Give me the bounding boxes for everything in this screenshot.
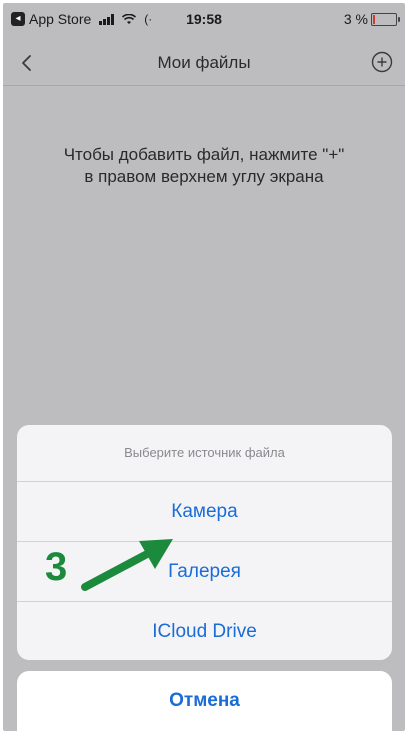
camera-button[interactable]: Камера [17,482,392,542]
arrow-annotation-icon [81,539,173,591]
nav-bar: Мои файлы [3,43,405,83]
phone-screen: ◂ App Store (· 19:58 3 % Мои файлы Чтобы… [3,3,405,731]
step-number-annotation: 3 [45,545,68,589]
gallery-button[interactable]: Галерея [17,542,392,602]
empty-state-line-1: Чтобы добавить файл, нажмите "+" [63,145,345,164]
status-right: 3 % [343,11,400,27]
battery-fill [373,14,375,24]
battery-percent: 3 % [343,11,368,27]
empty-state-line-2: в правом верхнем углу экрана [84,167,324,186]
cancel-button[interactable]: Отмена [17,671,392,731]
nav-divider [3,85,405,86]
battery-icon [371,12,400,26]
icloud-drive-button[interactable]: ICloud Drive [17,602,392,660]
action-sheet-title: Выберите источник файла [17,425,392,482]
empty-state-message: Чтобы добавить файл, нажмите "+" в право… [23,144,385,188]
status-bar: ◂ App Store (· 19:58 3 % [3,3,405,36]
plus-circle-icon[interactable] [369,49,395,75]
page-title: Мои файлы [157,53,251,72]
file-source-action-sheet: Выберите источник файла Камера Галерея I… [17,425,392,660]
